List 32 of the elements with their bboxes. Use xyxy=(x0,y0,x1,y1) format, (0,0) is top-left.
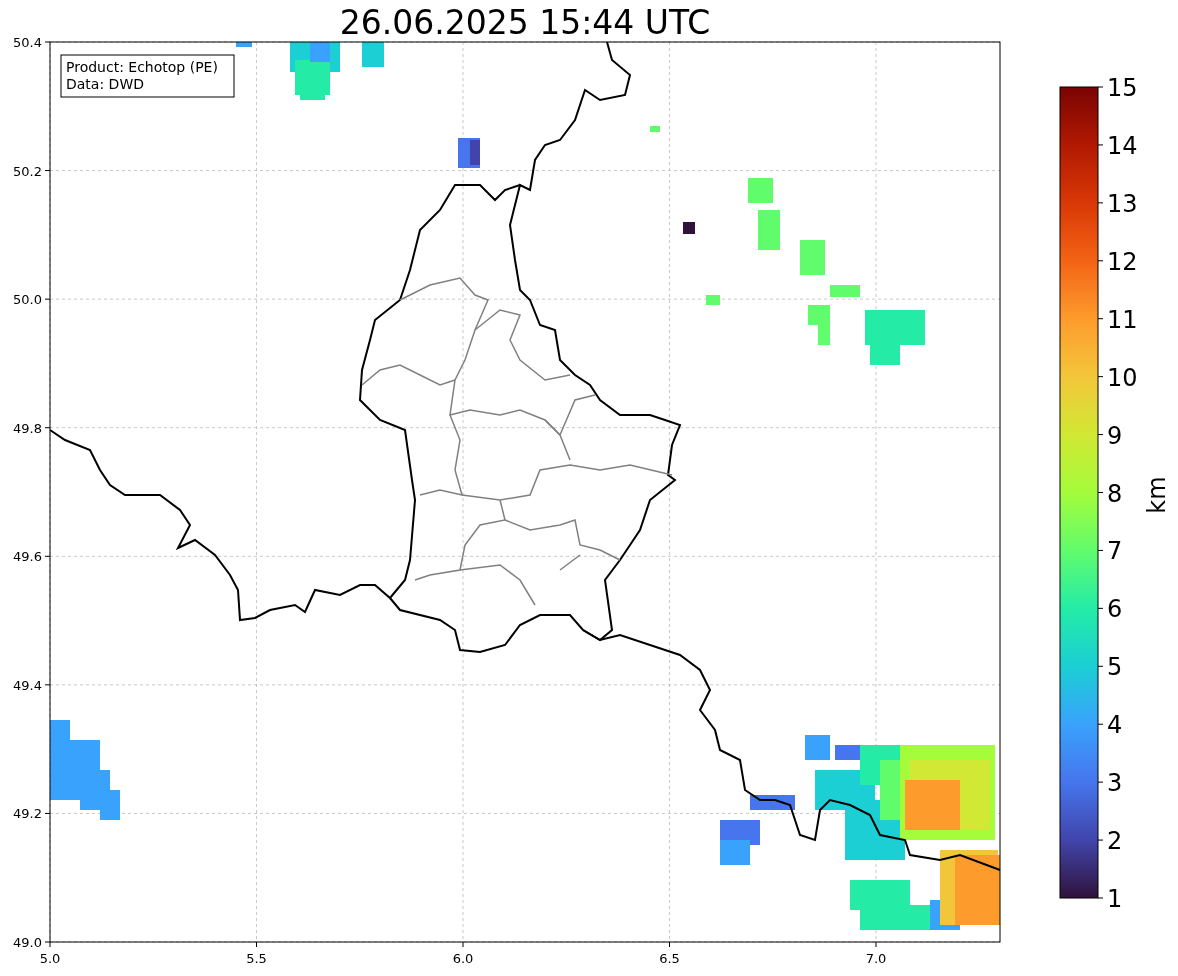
x-tick-label: 5.0 xyxy=(39,951,61,966)
colorbar-label: km xyxy=(1143,476,1171,514)
colorbar-tick-label: 14 xyxy=(1107,131,1138,160)
y-tick-label: 50.4 xyxy=(13,35,42,50)
colorbar-tick-label: 2 xyxy=(1107,827,1123,856)
colorbar-tick-label: 5 xyxy=(1107,653,1123,682)
colorbar-tick-label: 4 xyxy=(1107,711,1123,740)
x-tick-label: 5.5 xyxy=(246,951,267,966)
colorbar-tick-label: 11 xyxy=(1107,305,1138,334)
y-tick-label: 49.2 xyxy=(13,806,42,822)
y-tick-label: 49.6 xyxy=(13,549,42,565)
colorbar-tick-label: 9 xyxy=(1107,421,1123,450)
y-tick-label: 49.8 xyxy=(13,420,42,436)
chart-title: 26.06.2025 15:44 UTC xyxy=(339,3,711,42)
x-tick-label: 7.0 xyxy=(865,951,887,966)
colorbar-tick-label: 7 xyxy=(1107,537,1123,566)
colorbar-tick-label: 1 xyxy=(1107,885,1123,913)
colorbar-tick-label: 12 xyxy=(1107,247,1138,276)
colorbar-tick-label: 10 xyxy=(1107,363,1138,392)
colorbar-tick-label: 3 xyxy=(1107,769,1123,798)
colorbar-tick-label: 6 xyxy=(1107,595,1123,624)
y-tick-label: 50.2 xyxy=(13,163,42,179)
x-tick-label: 6.5 xyxy=(659,951,680,966)
y-tick-label: 49.4 xyxy=(13,677,42,693)
info-text: Data: DWD xyxy=(66,76,144,92)
y-tick-label: 49.0 xyxy=(13,935,42,950)
info-text: Product: Echotop (PE) xyxy=(66,59,218,75)
colorbar-tick-label: 15 xyxy=(1107,74,1138,102)
colorbar-tick-label: 8 xyxy=(1107,479,1123,508)
x-tick-label: 6.0 xyxy=(452,951,474,966)
y-tick-label: 50.0 xyxy=(13,292,42,308)
colorbar-tick-label: 13 xyxy=(1107,189,1138,218)
